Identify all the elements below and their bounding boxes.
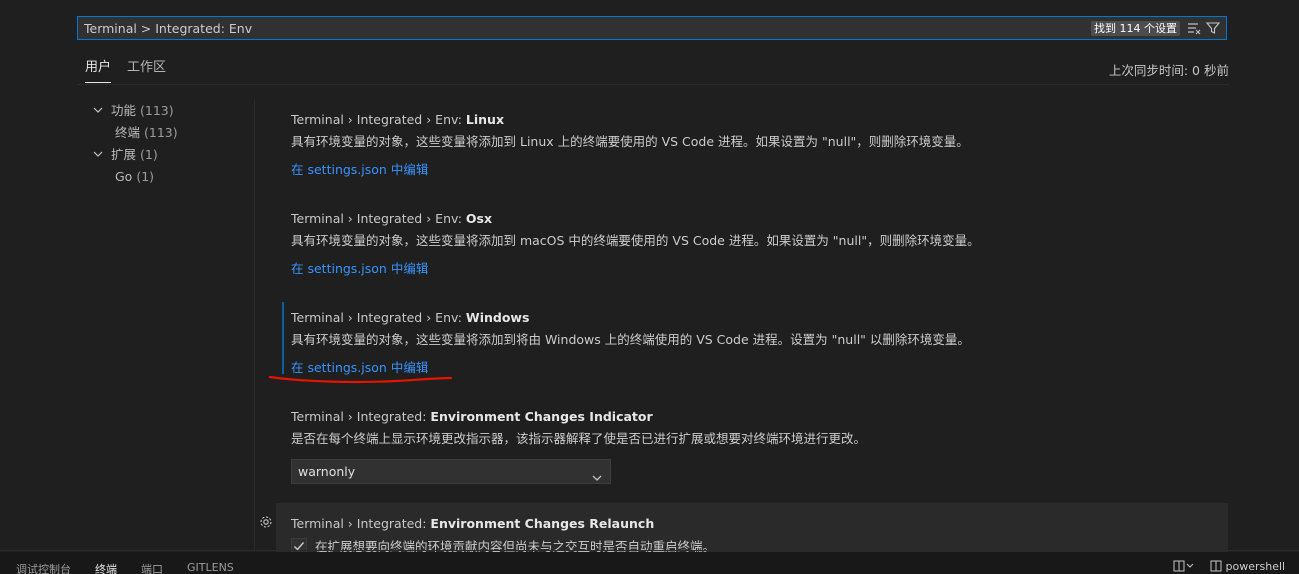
panel-tab-gitlens[interactable]: GITLENS (187, 561, 234, 574)
setting-description: 具有环境变量的对象，这些变量将添加到 Linux 上的终端要使用的 VS Cod… (291, 134, 969, 149)
toc-item-features[interactable]: 功能 (113) (86, 100, 246, 122)
red-underline-annotation (268, 375, 453, 384)
shell-name: powershell (1225, 560, 1286, 573)
toc-divider (254, 100, 255, 550)
clear-filter-icon[interactable] (1186, 20, 1202, 36)
panel-border (0, 550, 1299, 551)
toc-item-label: 扩展 (110, 147, 136, 162)
setting-category: Terminal › Integrated: (291, 409, 431, 424)
toc-item-label: 功能 (110, 103, 136, 118)
settings-search-box[interactable]: 找到 114 个设置 (77, 16, 1227, 40)
gear-icon[interactable] (258, 514, 274, 530)
setting-category: Terminal › Integrated › Env: (291, 211, 466, 226)
setting-title: Terminal › Integrated: Environment Chang… (291, 407, 1228, 427)
chevron-down-icon (89, 102, 107, 124)
setting-label: Environment Changes Indicator (430, 409, 653, 424)
env-changes-indicator-select[interactable]: warnonly (291, 459, 611, 484)
setting-category: Terminal › Integrated › Env: (291, 310, 466, 325)
sync-status: 上次同步时间: 0 秒前 (1108, 63, 1229, 78)
setting-label: Linux (465, 112, 505, 127)
toc-item-terminal[interactable]: 终端 (113) (86, 122, 246, 144)
toc-item-count: (113) (144, 125, 178, 140)
select-value: warnonly (298, 464, 356, 479)
setting-description: 具有环境变量的对象，这些变量将添加到 macOS 中的终端要使用的 VS Cod… (291, 233, 980, 248)
setting-category: Terminal › Integrated: (291, 516, 431, 531)
tabs-divider (77, 84, 1229, 85)
panel-tab-bar: 调试控制台 终端 端口 GITLENS powershell (0, 552, 1299, 574)
chevron-down-icon (89, 146, 107, 168)
setting-label: Environment Changes Relaunch (430, 516, 655, 531)
setting-env-linux: Terminal › Integrated › Env: Linux 具有环境变… (276, 110, 1228, 180)
toc-item-extensions[interactable]: 扩展 (1) (86, 144, 246, 166)
terminal-shell-selector[interactable]: powershell (1210, 560, 1285, 573)
toc-item-count: (1) (136, 169, 155, 184)
terminal-icon (1210, 560, 1222, 572)
panel-tab-debug-console[interactable]: 调试控制台 (16, 561, 71, 574)
setting-title: Terminal › Integrated › Env: Linux (291, 110, 1228, 130)
setting-category: Terminal › Integrated › Env: (291, 112, 466, 127)
setting-description: 具有环境变量的对象，这些变量将添加到将由 Windows 上的终端使用的 VS … (291, 332, 970, 347)
settings-search-input[interactable] (78, 17, 1100, 39)
setting-title: Terminal › Integrated › Env: Windows (291, 308, 1228, 328)
toc-item-label: Go (115, 169, 133, 184)
toc-item-go[interactable]: Go (1) (86, 166, 246, 188)
panel-tab-terminal[interactable]: 终端 (95, 561, 117, 574)
setting-env-windows: Terminal › Integrated › Env: Windows 具有环… (276, 302, 1228, 378)
setting-title: Terminal › Integrated: Environment Chang… (291, 514, 1228, 534)
setting-description: 是否在每个终端上显示环境更改指示器，该指示器解释了使是否已进行扩展或想要对终端环… (291, 431, 867, 446)
filter-icon[interactable] (1205, 20, 1221, 36)
toc-item-count: (113) (139, 103, 174, 118)
setting-title: Terminal › Integrated › Env: Osx (291, 209, 1228, 229)
settings-editor: 找到 114 个设置 用户 工作区 上次同步时间: 0 秒前 (0, 0, 1299, 574)
panel-tab-ports[interactable]: 端口 (141, 561, 163, 574)
setting-label: Windows (465, 310, 530, 325)
edit-in-settings-json-link[interactable]: 在 settings.json 中编辑 (291, 259, 428, 279)
toc-item-label: 终端 (115, 125, 141, 140)
toc-item-count: (1) (139, 147, 158, 162)
settings-toc: 功能 (113) 终端 (113) 扩展 (1) Go (1) (86, 100, 246, 188)
setting-env-changes-indicator: Terminal › Integrated: Environment Chang… (276, 407, 1228, 484)
search-results-badge: 找到 114 个设置 (1091, 21, 1180, 36)
tab-workspace[interactable]: 工作区 (127, 58, 166, 82)
edit-in-settings-json-link[interactable]: 在 settings.json 中编辑 (291, 160, 428, 180)
chevron-down-icon (592, 467, 602, 481)
setting-env-osx: Terminal › Integrated › Env: Osx 具有环境变量的… (276, 209, 1228, 279)
setting-label: Osx (465, 211, 493, 226)
split-terminal-icon[interactable] (1173, 560, 1195, 574)
tab-user[interactable]: 用户 (85, 58, 112, 83)
